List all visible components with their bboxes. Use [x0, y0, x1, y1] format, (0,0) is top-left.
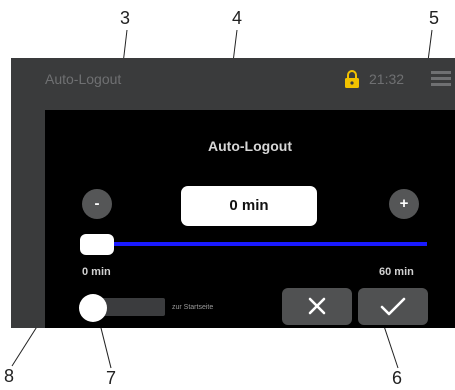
cancel-button[interactable] [282, 288, 352, 325]
hamburger-menu-icon[interactable] [431, 71, 451, 87]
decrease-button[interactable]: - [82, 189, 112, 219]
clock: 21:32 [369, 71, 405, 87]
padlock-icon [345, 70, 359, 88]
slider-max-label: 60 min [379, 266, 414, 278]
confirm-button[interactable] [358, 288, 428, 325]
title-bar: Auto-Logout 21:32 [11, 58, 455, 102]
timeout-value-display: 0 min [181, 186, 317, 226]
callout-label-7: 7 [106, 368, 117, 388]
increase-button[interactable]: + [389, 189, 419, 219]
callout-label-5: 5 [429, 8, 440, 28]
app-title: Auto-Logout [45, 71, 122, 87]
slider-min-label: 0 min [82, 266, 111, 278]
dialog-title: Auto-Logout [208, 138, 292, 154]
close-icon [308, 297, 326, 315]
callout-label-4: 4 [232, 8, 243, 28]
checkmark-icon [380, 297, 406, 316]
callout-label-8: 8 [4, 366, 15, 386]
callout-label-6: 6 [392, 368, 403, 388]
callout-label-3: 3 [120, 8, 131, 28]
timeout-slider-thumb[interactable] [80, 234, 114, 255]
return-home-toggle-label: zur Startseite [172, 304, 214, 311]
return-home-toggle-knob[interactable] [79, 294, 107, 322]
timeout-slider-track[interactable] [96, 242, 427, 246]
